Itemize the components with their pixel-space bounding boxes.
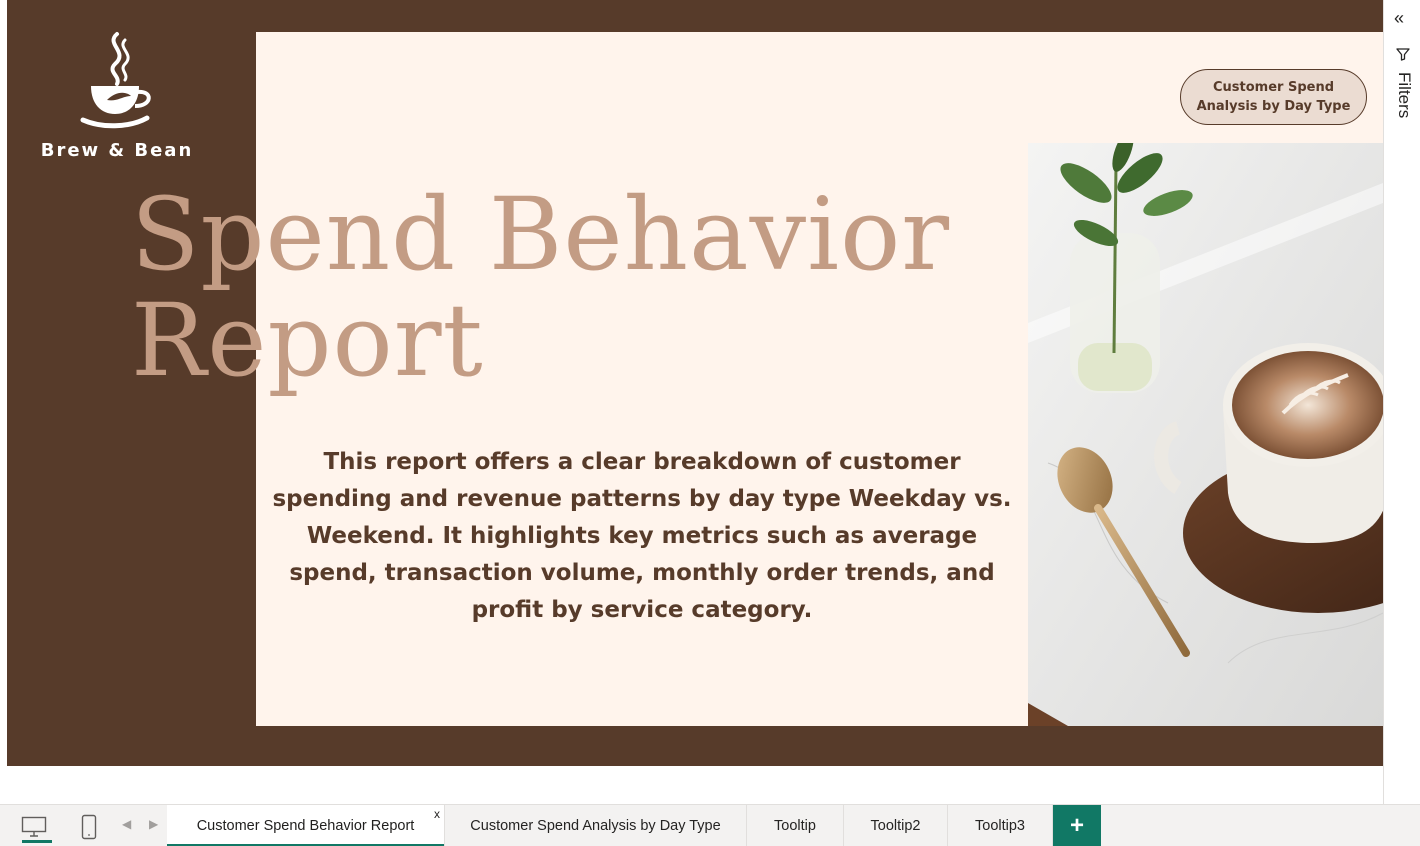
coffee-photo bbox=[1028, 143, 1383, 726]
app-root: Brew & Bean Spend Behavior Report This r… bbox=[0, 0, 1420, 846]
report-title-line2: Report bbox=[131, 282, 484, 399]
tab-customer-spend-behavior-report[interactable]: Customer Spend Behavior Report x bbox=[167, 805, 445, 846]
tab-scroll-right-icon[interactable]: ▶ bbox=[149, 817, 158, 831]
filters-pane: « Filters bbox=[1383, 0, 1420, 804]
report-title-line1: Spend Behavior bbox=[131, 176, 951, 293]
mobile-view-button[interactable] bbox=[71, 809, 107, 845]
tab-tooltip[interactable]: Tooltip bbox=[747, 805, 844, 846]
tab-label: Tooltip3 bbox=[975, 818, 1025, 834]
report-title: Spend Behavior Report bbox=[131, 182, 950, 394]
close-tab-icon[interactable]: x bbox=[434, 807, 440, 821]
tab-tooltip2[interactable]: Tooltip2 bbox=[844, 805, 948, 846]
brand-name: Brew & Bean bbox=[40, 140, 194, 161]
tab-customer-spend-analysis[interactable]: Customer Spend Analysis by Day Type bbox=[445, 805, 747, 846]
mobile-view-icon bbox=[81, 814, 97, 840]
tab-label: Customer Spend Behavior Report bbox=[196, 818, 415, 834]
page-tab-bar: ◀ ▶ Customer Spend Behavior Report x Cus… bbox=[0, 804, 1420, 846]
tab-scroll-left-icon[interactable]: ◀ bbox=[122, 817, 131, 831]
tab-tooltip3[interactable]: Tooltip3 bbox=[948, 805, 1053, 846]
brand-logo: Brew & Bean bbox=[32, 30, 202, 161]
left-gutter bbox=[0, 0, 7, 846]
double-chevron-left-icon[interactable]: « bbox=[1394, 8, 1412, 28]
desktop-view-button[interactable] bbox=[16, 809, 52, 845]
tab-label: Tooltip bbox=[774, 818, 816, 834]
tab-label: Tooltip2 bbox=[870, 818, 921, 834]
coffee-cup-icon bbox=[80, 32, 151, 129]
report-description: This report offers a clear breakdown of … bbox=[272, 449, 1012, 623]
coffee-latte-image bbox=[1028, 143, 1383, 726]
page-navigation-button[interactable]: Customer Spend Analysis by Day Type bbox=[1180, 69, 1367, 125]
filters-label[interactable]: Filters bbox=[1394, 72, 1414, 118]
tab-label: Customer Spend Analysis by Day Type bbox=[470, 818, 721, 834]
desktop-view-icon bbox=[21, 816, 47, 837]
add-page-button[interactable]: + bbox=[1053, 805, 1101, 846]
filter-funnel-icon[interactable] bbox=[1395, 46, 1411, 62]
report-canvas: Brew & Bean Spend Behavior Report This r… bbox=[7, 0, 1383, 766]
